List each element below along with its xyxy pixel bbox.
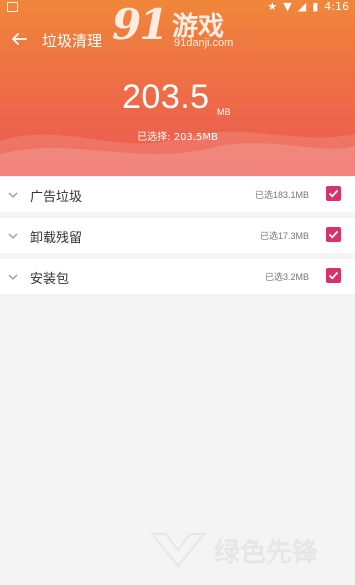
category-checkbox[interactable] <box>326 186 341 201</box>
check-icon <box>328 271 339 280</box>
star-icon: ★ <box>267 0 278 13</box>
wifi-icon: ▼ <box>283 0 292 13</box>
category-checkbox[interactable] <box>326 268 341 283</box>
header: ★ ▼ ◢ ▮ 4:16 垃圾清理 91 游戏 91danji.com 203.… <box>0 0 355 176</box>
list-item[interactable]: 卸载残留 已选17.3MB <box>0 218 355 253</box>
watermark-url: 91danji.com <box>174 37 234 49</box>
image-notification-icon <box>7 2 18 12</box>
category-list: 广告垃圾 已选183.1MB 卸载残留 已选17.3MB 安装包 已选3.2MB <box>0 177 355 300</box>
clock-time: 4:16 <box>324 0 349 13</box>
category-checkbox[interactable] <box>326 227 341 242</box>
check-icon <box>328 189 339 198</box>
category-label: 卸载残留 <box>30 231 83 246</box>
bottom-watermark: 绿色先锋 <box>149 530 355 580</box>
chevron-down-icon[interactable] <box>7 230 19 242</box>
category-label: 广告垃圾 <box>30 190 83 205</box>
status-icons: ★ ▼ ◢ ▮ 4:16 <box>267 0 349 14</box>
selected-total: 已选择: 203.5MB <box>137 132 218 143</box>
list-item[interactable]: 安装包 已选3.2MB <box>0 259 355 294</box>
watermark-logo: 91 游戏 91danji.com <box>112 0 246 52</box>
junk-size-value: 203.5 <box>122 78 210 116</box>
list-item[interactable]: 广告垃圾 已选183.1MB <box>0 177 355 212</box>
category-size: 已选17.3MB <box>259 231 309 241</box>
bottom-watermark-text: 绿色先锋 <box>214 538 319 568</box>
battery-icon: ▮ <box>312 0 319 13</box>
watermark-number: 91 <box>112 0 168 49</box>
page-title: 垃圾清理 <box>42 32 103 50</box>
chevron-down-icon[interactable] <box>7 189 19 201</box>
arrow-left-icon <box>12 33 27 45</box>
chevron-down-icon[interactable] <box>7 271 19 283</box>
check-icon <box>328 230 339 239</box>
category-size: 已选3.2MB <box>264 272 309 282</box>
junk-size-unit: MB <box>217 107 231 117</box>
back-button[interactable] <box>8 28 30 50</box>
wave-decoration <box>0 131 355 176</box>
watermark-logo-icon <box>149 533 207 568</box>
category-label: 安装包 <box>30 272 70 287</box>
signal-icon: ◢ <box>297 0 307 13</box>
category-size: 已选183.1MB <box>254 190 309 200</box>
